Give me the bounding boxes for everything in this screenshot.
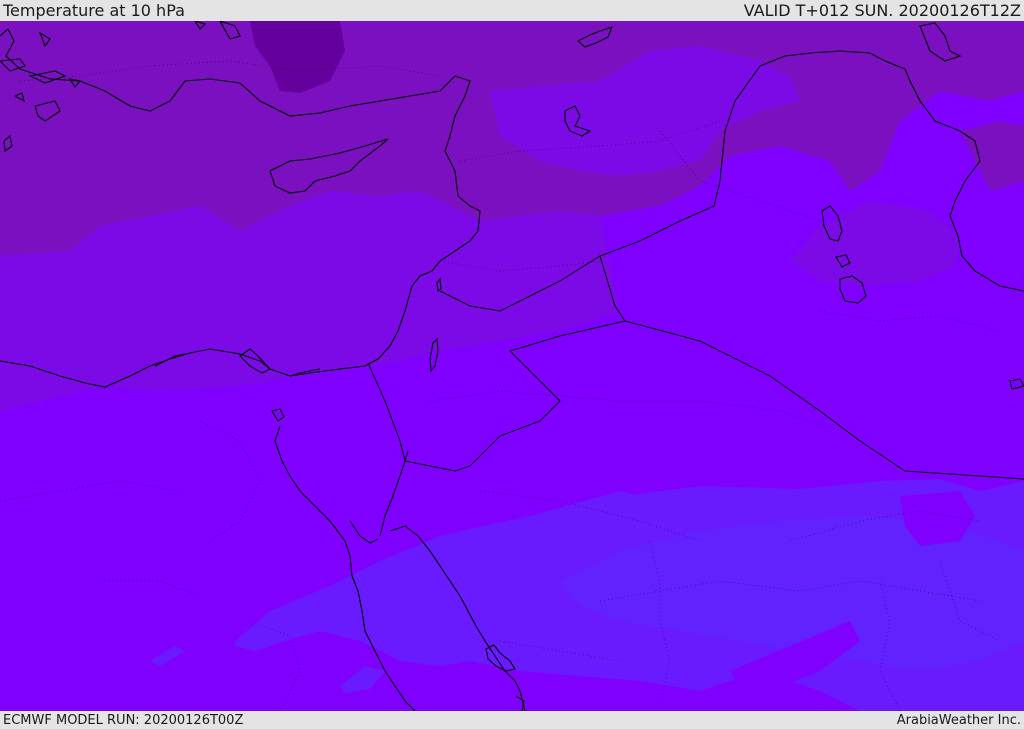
coast-suez-top — [271, 408, 285, 422]
border-egypt-israel — [367, 362, 406, 462]
map-title: Temperature at 10 hPa — [3, 1, 185, 20]
header-bar: Temperature at 10 hPa VALID T+012 SUN. 2… — [0, 0, 1024, 21]
band-blue-south-3 — [150, 646, 185, 666]
coast-gulf-islands — [1009, 378, 1024, 390]
band-cool-northeast — [960, 121, 1024, 191]
band-blue-south-4 — [340, 666, 385, 693]
weather-map[interactable] — [0, 21, 1024, 711]
footer-bar: ECMWF MODEL RUN: 20200126T00Z ArabiaWeat… — [0, 711, 1024, 729]
temperature-bands — [0, 21, 1024, 711]
band-mid-east — [790, 201, 960, 286]
coast-sinai-gulf-suez — [274, 368, 416, 711]
credit: ArabiaWeather Inc. — [896, 712, 1021, 728]
valid-time: VALID T+012 SUN. 20200126T12Z — [743, 1, 1021, 20]
model-run: ECMWF MODEL RUN: 20200126T00Z — [3, 712, 244, 728]
map-canvas — [0, 21, 1024, 711]
border-iraq-saudi — [624, 320, 1024, 480]
coast-gulf-aqaba — [349, 450, 409, 544]
